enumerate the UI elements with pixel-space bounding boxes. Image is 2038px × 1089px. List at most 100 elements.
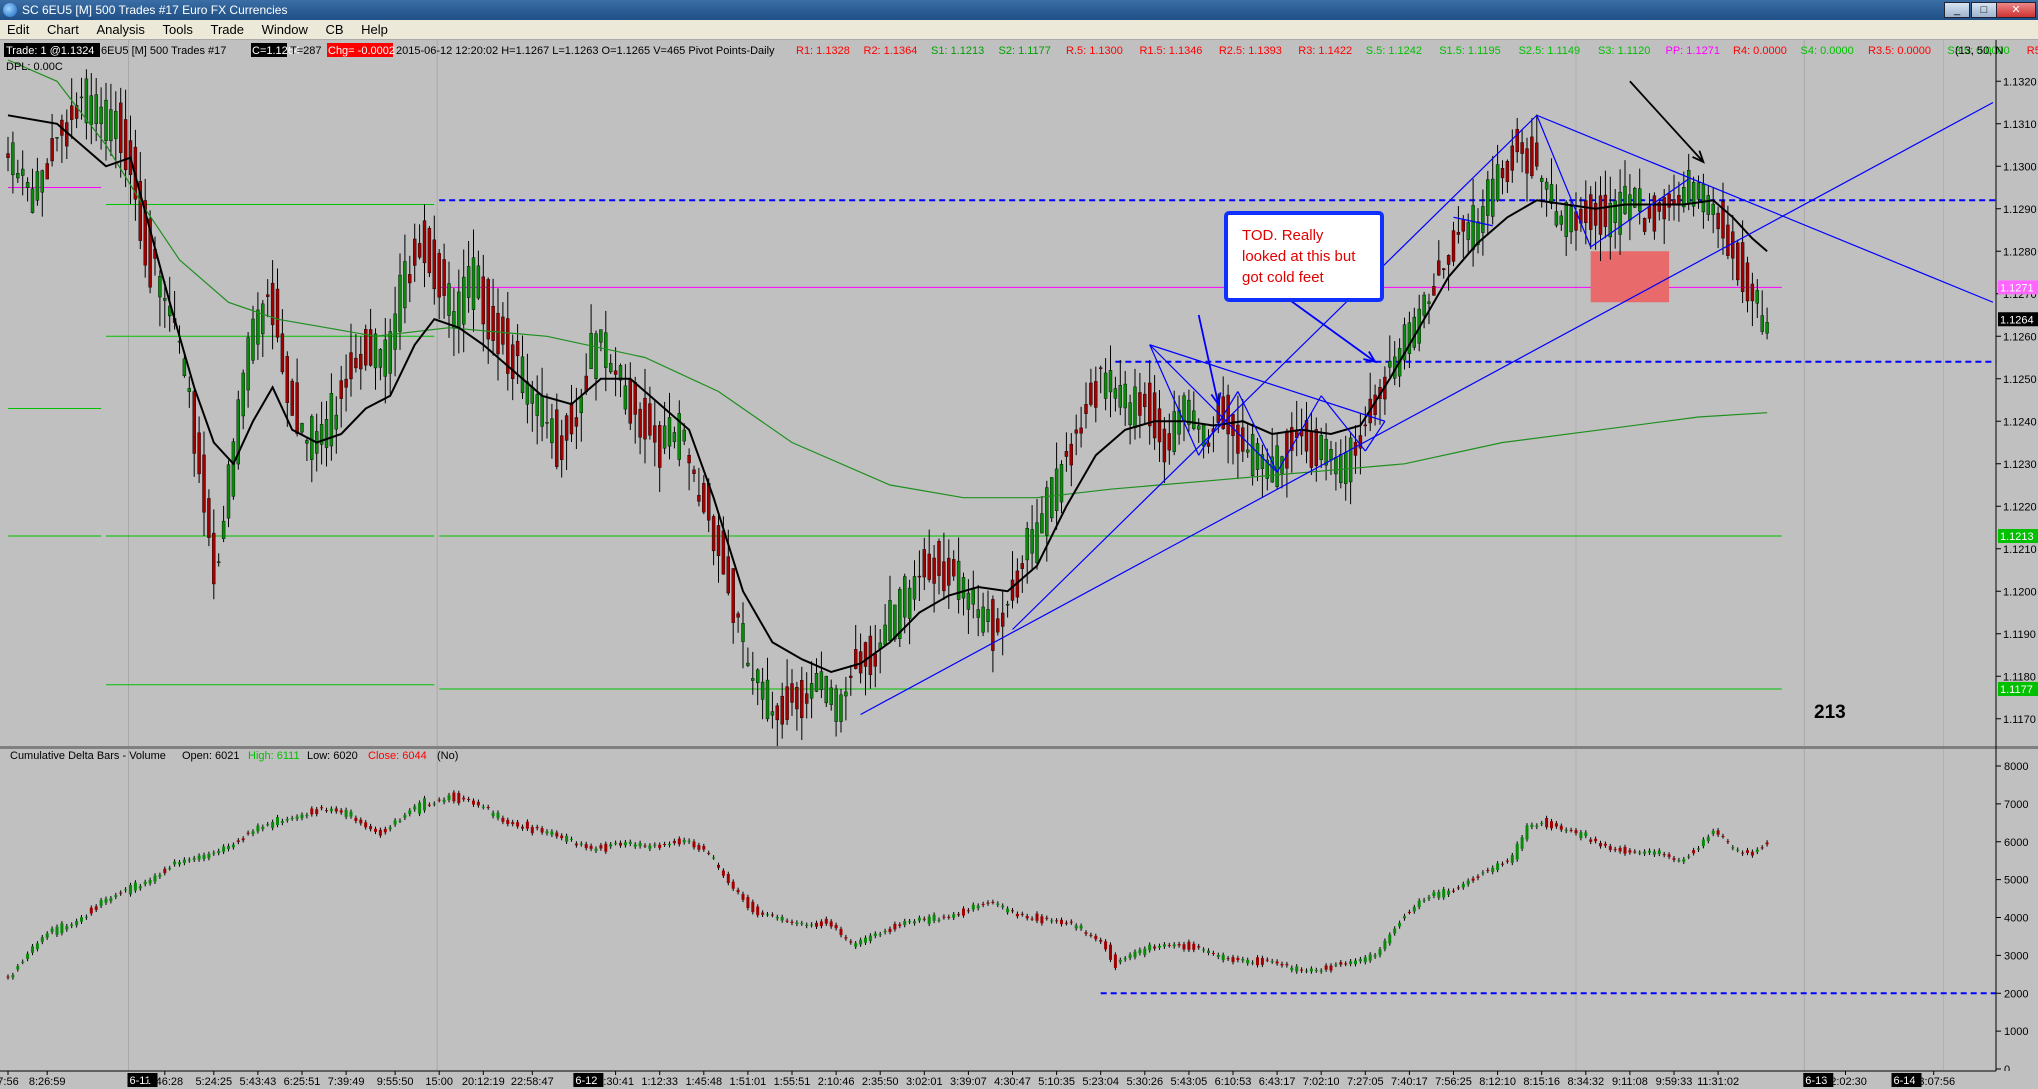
candle-body — [555, 409, 559, 467]
bar-count-label: 213 — [1814, 702, 1846, 723]
candle-body — [697, 494, 701, 502]
delta-body — [873, 933, 877, 936]
delta-body — [241, 838, 245, 841]
chart-area[interactable]: TOD. Really looked at this but got cold … — [0, 40, 2038, 1089]
menu-edit[interactable]: Edit — [0, 20, 36, 39]
menu-analysis[interactable]: Analysis — [89, 20, 151, 39]
delta-body — [516, 822, 520, 827]
price-tick-label: 1.1260 — [2003, 331, 2037, 343]
candle-body — [912, 576, 917, 600]
candle-body — [55, 137, 59, 139]
annotation-box[interactable]: TOD. Really looked at this but got cold … — [1224, 211, 1384, 302]
candle-body — [653, 425, 657, 443]
delta-tick-label: 4000 — [2004, 913, 2028, 925]
time-tick-label: 7:56:25 — [1435, 1076, 1472, 1088]
annotation-line-3: got cold feet — [1242, 269, 1325, 286]
delta-body — [1138, 949, 1142, 954]
delta-body — [550, 831, 554, 835]
delta-body — [854, 943, 858, 947]
delta-body — [1677, 860, 1681, 862]
delta-body — [300, 814, 304, 819]
menu-help[interactable]: Help — [354, 20, 395, 39]
candle-body — [231, 441, 236, 497]
delta-body — [104, 898, 108, 903]
menu-tools[interactable]: Tools — [156, 20, 200, 39]
candle-body — [1686, 170, 1691, 204]
pivot-label: S1: 1.1213 — [931, 45, 984, 57]
delta-open: Open: 6021 — [182, 750, 240, 762]
candle-body — [109, 109, 113, 142]
minimize-button[interactable]: _ — [1944, 2, 1970, 18]
candle-body — [1143, 393, 1147, 408]
date-marker: 6-12 — [575, 1075, 597, 1087]
candle-body — [952, 559, 956, 577]
delta-body — [1388, 934, 1392, 944]
delta-body — [1207, 950, 1210, 954]
delta-body — [1314, 970, 1318, 972]
candle-body — [403, 261, 407, 309]
menu-window[interactable]: Window — [255, 20, 315, 39]
candle-body — [182, 358, 187, 377]
candle-body — [1245, 449, 1250, 453]
delta-body — [1084, 932, 1088, 934]
candle-body — [241, 372, 245, 417]
delta-body — [1055, 920, 1059, 922]
delta-body — [427, 804, 431, 806]
candle-body — [1505, 160, 1510, 182]
candle-body — [1510, 145, 1515, 171]
time-tick-label: 5:43:05 — [1171, 1076, 1208, 1088]
delta-body — [266, 824, 270, 826]
delta-body — [173, 861, 177, 865]
delta-body — [1652, 851, 1656, 855]
candle-body — [966, 592, 971, 610]
delta-body — [766, 914, 769, 916]
delta-body — [937, 919, 941, 921]
candle-body — [221, 520, 226, 539]
delta-body — [1564, 829, 1568, 831]
candle-body — [251, 318, 255, 361]
delta-body — [893, 923, 897, 930]
candle-body — [628, 378, 632, 424]
delta-body — [271, 821, 275, 829]
delta-body — [756, 906, 760, 916]
delta-tick-label: 6000 — [2004, 837, 2028, 849]
delta-body — [1510, 855, 1514, 863]
menu-chart[interactable]: Chart — [40, 20, 86, 39]
delta-body — [1726, 841, 1730, 843]
delta-body — [1148, 944, 1152, 951]
delta-body — [305, 814, 309, 817]
delta-tick-label: 5000 — [2004, 875, 2028, 887]
candle-body — [1363, 424, 1368, 427]
delta-body — [677, 838, 681, 845]
maximize-button[interactable]: □ — [1971, 2, 1997, 18]
candle-body — [849, 675, 853, 678]
delta-body — [1750, 851, 1754, 856]
candle-body — [1437, 260, 1441, 276]
close-button[interactable]: ✕ — [1996, 2, 2036, 18]
delta-body — [21, 961, 25, 963]
delta-body — [1530, 824, 1534, 827]
delta-tick-label: 3000 — [2004, 950, 2028, 962]
menu-cb[interactable]: CB — [318, 20, 350, 39]
pivot-label: R.5: 1.1300 — [1066, 45, 1123, 57]
delta-body — [398, 820, 402, 822]
delta-body — [187, 859, 191, 861]
candle-body — [1711, 203, 1715, 215]
candle-body — [736, 613, 740, 618]
panel-separator[interactable] — [0, 746, 2038, 749]
delta-body — [1241, 959, 1245, 961]
candle-body — [187, 388, 192, 392]
candle-body — [408, 274, 412, 284]
time-tick-label: 0:30:41 — [597, 1076, 634, 1088]
candle-body — [1147, 382, 1152, 427]
candle-body — [692, 469, 696, 474]
delta-body — [913, 921, 916, 924]
candle-body — [21, 168, 25, 176]
candle-body — [1079, 427, 1083, 434]
candle-body — [1388, 361, 1392, 368]
delta-body — [1025, 916, 1029, 919]
menu-trade[interactable]: Trade — [203, 20, 250, 39]
delta-body — [378, 829, 382, 836]
delta-body — [834, 924, 838, 929]
candle-body — [1319, 435, 1323, 460]
